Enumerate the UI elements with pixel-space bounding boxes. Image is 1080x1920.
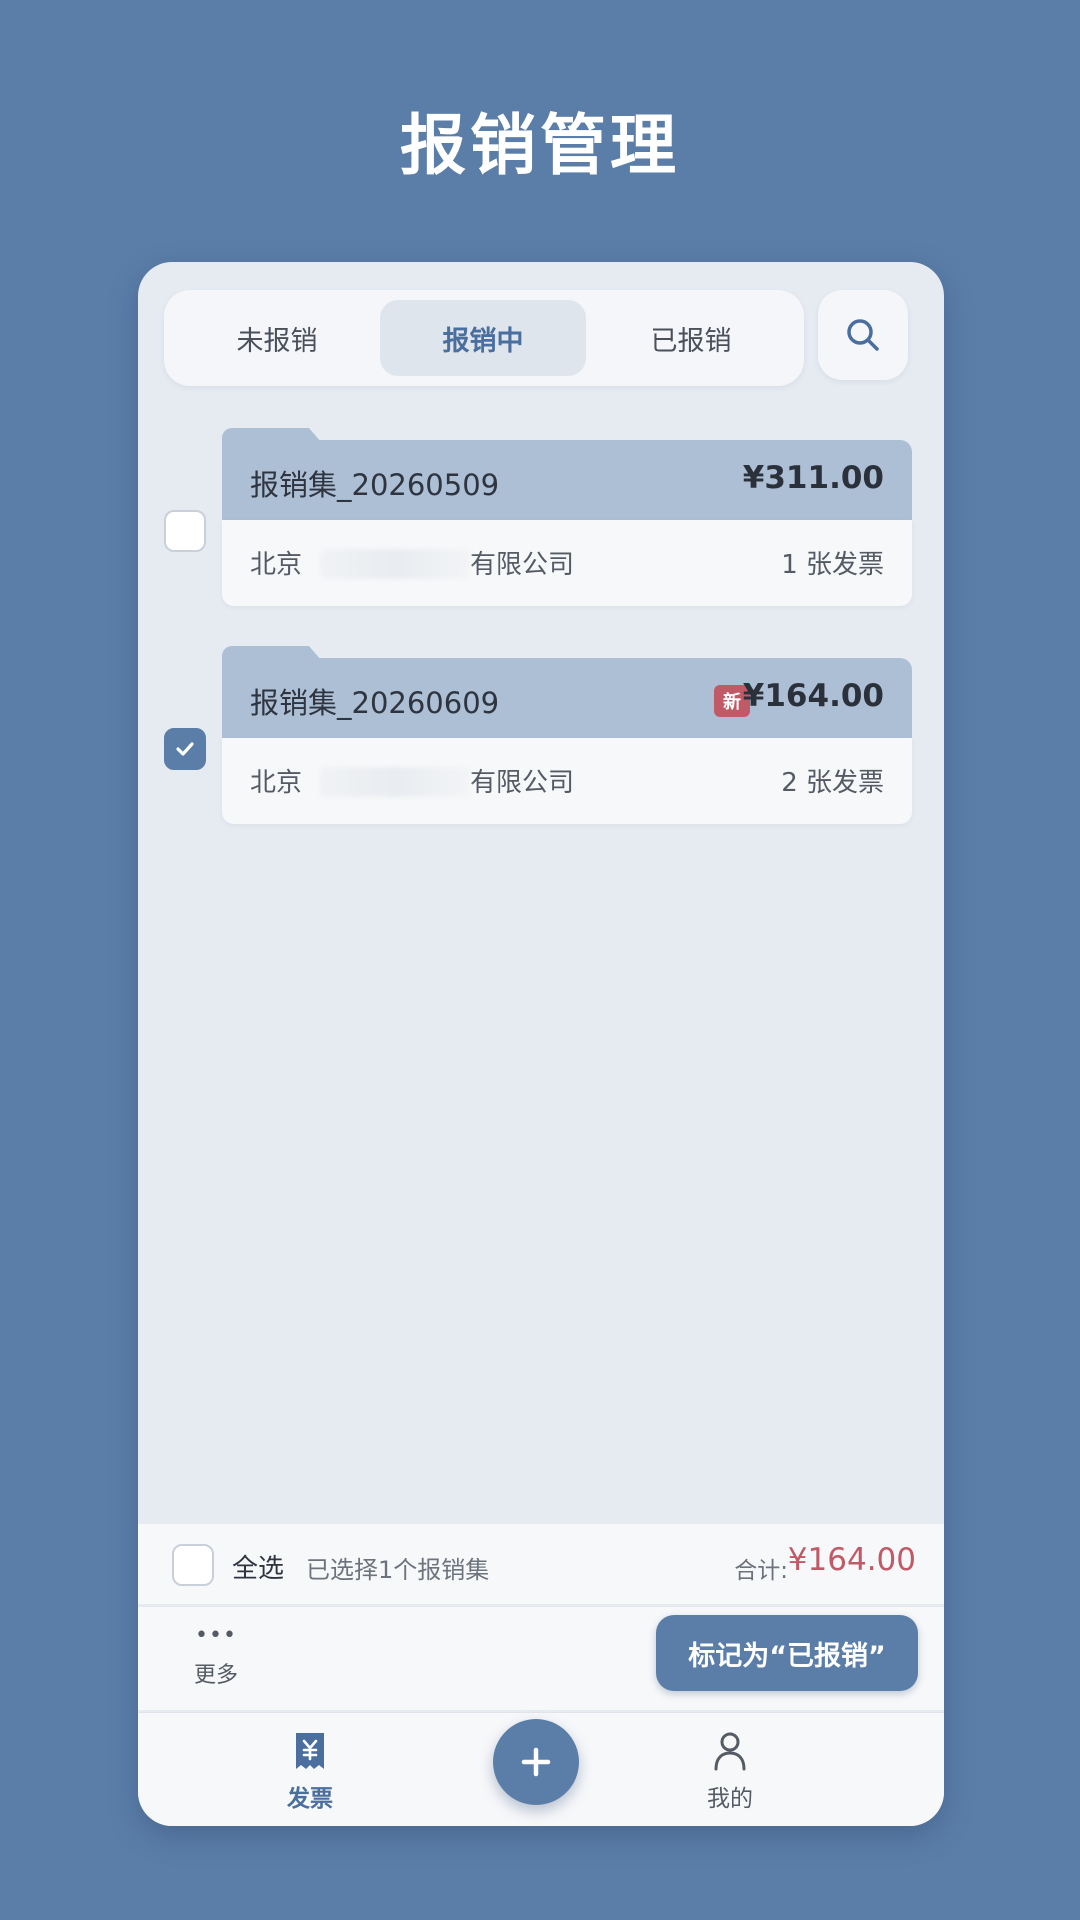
app-screen: 未报销 报销中 已报销 报销集_20260509 ¥311.00 北京 有限公司 …	[138, 262, 944, 1826]
report-amount: ¥164.00	[742, 678, 884, 714]
page-title: 报销管理	[400, 107, 680, 184]
action-bar: ••• 更多 标记为“已报销”	[138, 1606, 944, 1710]
add-button[interactable]	[493, 1719, 579, 1805]
tab-reimbursed[interactable]: 已报销	[588, 300, 794, 376]
report-checkbox[interactable]	[164, 728, 206, 770]
report-row: 报销集_20260509 ¥311.00 北京 有限公司 1 张发票	[138, 428, 944, 608]
total-label: 合计:	[734, 1558, 788, 1584]
company-name: 北京 有限公司	[250, 767, 575, 798]
report-name: 报销集_20260509	[250, 468, 500, 502]
search-button[interactable]	[818, 290, 908, 380]
report-card[interactable]: 报销集_20260509 ¥311.00 北京 有限公司 1 张发票	[222, 428, 912, 606]
checkmark-icon	[176, 742, 194, 756]
report-card-header: 报销集_20260609 新 ¥164.00	[222, 658, 912, 738]
report-checkbox[interactable]	[164, 510, 206, 552]
company-name: 北京 有限公司	[250, 549, 575, 580]
more-button[interactable]: ••• 更多	[184, 1625, 248, 1695]
report-card-body: 北京 有限公司 2 张发票	[222, 738, 912, 824]
redacted-text	[320, 767, 471, 797]
report-name: 报销集_20260609	[250, 686, 500, 720]
nav-invoice-label: 发票	[287, 1786, 333, 1812]
report-row: 报销集_20260609 新 ¥164.00 北京 有限公司 2 张发票	[138, 646, 944, 826]
select-all-label[interactable]: 全选	[232, 1548, 284, 1585]
invoice-count: 2 张发票	[781, 768, 884, 798]
nav-mine[interactable]: 我的	[670, 1731, 790, 1813]
report-card-header: 报销集_20260509 ¥311.00	[222, 440, 912, 520]
report-card[interactable]: 报销集_20260609 新 ¥164.00 北京 有限公司 2 张发票	[222, 646, 912, 824]
person-icon	[714, 1732, 746, 1771]
bottom-nav: 发票 我的	[138, 1712, 944, 1826]
invoice-count: 1 张发票	[781, 550, 884, 580]
tab-unreimbursed[interactable]: 未报销	[174, 300, 380, 376]
select-all-checkbox[interactable]	[172, 1544, 214, 1586]
total-amount: ¥164.00	[787, 1542, 916, 1578]
status-tabs: 未报销 报销中 已报销	[164, 290, 804, 386]
nav-invoice[interactable]: 发票	[250, 1731, 370, 1813]
more-label: 更多	[193, 1663, 238, 1688]
report-card-body: 北京 有限公司 1 张发票	[222, 520, 912, 606]
selection-bar: 全选 已选择1个报销集 合计: ¥164.00	[138, 1524, 944, 1604]
report-amount: ¥311.00	[742, 460, 884, 496]
tab-in-progress[interactable]: 报销中	[380, 300, 586, 376]
invoice-yuan-icon	[296, 1733, 324, 1769]
mark-reimbursed-button[interactable]: 标记为“已报销”	[656, 1615, 918, 1691]
more-dots-icon: •••	[195, 1623, 237, 1648]
redacted-text	[320, 549, 471, 579]
search-icon	[847, 319, 879, 351]
selected-count: 已选择1个报销集	[306, 1556, 490, 1584]
nav-mine-label: 我的	[707, 1786, 753, 1812]
plus-icon	[521, 1747, 551, 1777]
